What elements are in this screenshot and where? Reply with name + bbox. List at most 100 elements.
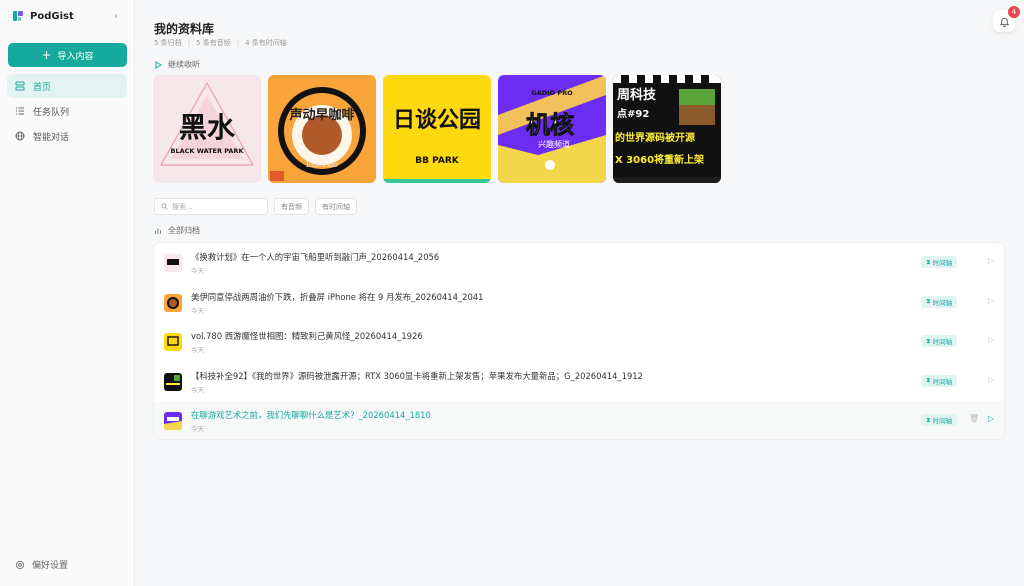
cover-main-text: 声动早咖啡 xyxy=(288,107,354,123)
episode-title: 《换救计划》在一个人的宇宙飞船里听到敲门声_20260414_2056 xyxy=(191,252,440,262)
sidebar-nav: 首页 任务队列 智能对话 xyxy=(7,74,127,149)
preferences-label: 偏好设置 xyxy=(32,561,69,571)
stat-timeline: 4 条有时间轴 xyxy=(245,39,287,47)
search-icon xyxy=(161,203,168,210)
list-item[interactable]: 在聊游戏艺术之前，我们先聊聊什么是艺术？_20260414_1810 今天 ⧗ 时… xyxy=(154,401,1004,439)
trash-icon[interactable]: 🗑 xyxy=(969,414,979,423)
gadio-pro-artwork: GADIO PRO 机核 兴趣频道 xyxy=(498,75,606,183)
bell-icon xyxy=(999,17,1009,27)
sidebar-item-home[interactable]: 首页 xyxy=(7,74,127,98)
sidebar-item-label: 首页 xyxy=(33,82,52,93)
play-icon[interactable]: ▷ xyxy=(988,256,994,265)
list-item[interactable]: vol.780 西游魔怪世相图：精致利己黄风怪_20260414_1926 今天… xyxy=(154,322,1004,362)
cover-main-text: 黑水 xyxy=(179,111,236,144)
timeline-badge: ⧗ 时间轴 xyxy=(921,256,958,268)
library-stats: 5 条归档 | 5 条有音频 | 4 条有时间轴 xyxy=(154,38,287,48)
timeline-icon: ⧗ xyxy=(926,376,931,385)
stat-audio: 5 条有音频 xyxy=(196,39,231,47)
filter-chip-has-timeline[interactable]: 有时间轴 xyxy=(315,198,357,215)
notifications-button[interactable]: 4 xyxy=(993,6,1020,32)
brand[interactable]: PodGist xyxy=(12,10,74,22)
timeline-label: 时间轴 xyxy=(932,377,953,386)
divider: | xyxy=(187,39,191,47)
main-content: 我的资料库 5 条归档 | 5 条有音频 | 4 条有时间轴 4 继续收听 黑水… xyxy=(136,0,1024,586)
archive-list: 《换救计划》在一个人的宇宙飞船里听到敲门声_20260414_2056 今天 ⧗… xyxy=(153,242,1005,440)
episode-title: 【科技补全92】《我的世界》源码被泄露开源；RTX 3060显卡将重新上架发售；… xyxy=(191,370,643,381)
cover-sub-text: Espresso xyxy=(305,161,338,169)
filter-bar: 有音频 有时间轴 xyxy=(154,198,357,215)
timeline-badge: ⧗ 时间轴 xyxy=(921,414,958,427)
cover-sub-text: BB PARK xyxy=(415,156,460,166)
sidebar-item-task-queue[interactable]: 任务队列 xyxy=(7,99,127,123)
episode-thumbnail xyxy=(164,412,182,431)
chat-icon xyxy=(15,131,25,141)
app-name: PodGist xyxy=(30,10,74,22)
cover-gadio-pro[interactable]: GADIO PRO 机核 兴趣频道 xyxy=(498,75,606,183)
search-box[interactable] xyxy=(154,198,268,215)
episode-thumbnail xyxy=(164,333,182,352)
preferences-link[interactable]: 偏好设置 xyxy=(15,558,68,571)
timeline-badge: ⧗ 时间轴 xyxy=(921,374,958,387)
play-icon[interactable]: ▷ xyxy=(988,335,994,344)
section-label: 继续收听 xyxy=(168,60,200,69)
list-icon xyxy=(16,107,24,115)
timeline-icon: ⧗ xyxy=(926,257,931,266)
timeline-icon: ⧗ xyxy=(926,297,931,306)
play-outline-icon xyxy=(155,60,162,69)
episode-thumbnail xyxy=(164,372,182,391)
timeline-label: 时间轴 xyxy=(932,298,953,307)
cover-weekly-tech[interactable]: 周科技 点#92 的世界源码被开源 X 3060将重新上架 xyxy=(613,75,721,183)
cover-top-text: GADIO PRO xyxy=(531,89,573,97)
list-item[interactable]: 美伊同意停战两周油价下跌，折叠屏 iPhone 将在 9 月发布_2026041… xyxy=(154,283,1004,323)
cover-bb-park[interactable]: 日谈公园 BB PARK xyxy=(383,75,491,183)
episode-date: 今天 xyxy=(191,346,204,355)
timeline-label: 时间轴 xyxy=(932,338,953,347)
episode-thumbnail xyxy=(164,293,182,312)
stat-archives: 5 条归档 xyxy=(154,39,182,47)
search-input[interactable] xyxy=(172,202,262,211)
divider: | xyxy=(236,39,240,47)
bar-chart-icon xyxy=(155,228,161,234)
continue-listening-heading: 继续收听 xyxy=(154,59,200,70)
episode-date: 今天 xyxy=(191,425,204,434)
list-item[interactable]: 《换救计划》在一个人的宇宙飞船里听到敲门声_20260414_2056 今天 ⧗… xyxy=(154,243,1004,283)
sidebar-item-label: 任务队列 xyxy=(33,107,70,118)
play-icon[interactable]: ▷ xyxy=(988,296,994,305)
plus-icon: + xyxy=(41,48,52,62)
collapse-sidebar-icon[interactable]: ‹ xyxy=(114,11,118,22)
cover-main-text: 周科技 xyxy=(617,87,657,103)
play-icon[interactable]: ▷ xyxy=(988,414,994,423)
cover-sub-text: BLACK WATER PARK xyxy=(171,147,245,155)
episode-date: 今天 xyxy=(191,385,204,394)
continue-listening-covers: 黑水 BLACK WATER PARK 声动早咖啡 Espresso 日谈公园 xyxy=(153,75,721,183)
sidebar: PodGist ‹ + 导入内容 首页 任务队列 智能对话 偏好设置 xyxy=(0,0,135,586)
cover-sound-coffee[interactable]: 声动早咖啡 Espresso xyxy=(268,75,376,183)
episode-title: 美伊同意停战两周油价下跌，折叠屏 iPhone 将在 9 月发布_2026041… xyxy=(191,291,484,302)
gear-icon xyxy=(15,560,25,569)
episode-date: 今天 xyxy=(191,306,204,315)
cover-sub-text: 点#92 xyxy=(617,107,649,120)
import-label: 导入内容 xyxy=(57,51,94,62)
weekly-tech-artwork: 周科技 点#92 的世界源码被开源 X 3060将重新上架 xyxy=(613,75,721,183)
filter-chip-has-audio[interactable]: 有音频 xyxy=(274,198,309,215)
cover-main-text: 日谈公园 xyxy=(393,108,481,133)
blackwater-park-artwork: 黑水 BLACK WATER PARK xyxy=(153,75,261,183)
timeline-icon: ⧗ xyxy=(926,415,931,424)
home-icon xyxy=(15,81,25,91)
play-icon[interactable]: ▷ xyxy=(988,375,994,384)
cover-line2-text: X 3060将重新上架 xyxy=(615,153,704,166)
episode-title: vol.780 西游魔怪世相图：精致利己黄风怪_20260414_1926 xyxy=(191,331,423,342)
coffee-artwork: 声动早咖啡 Espresso xyxy=(268,75,376,183)
cover-main-text: 机核 xyxy=(526,111,574,139)
cover-line1-text: 的世界源码被开源 xyxy=(615,131,695,144)
episode-thumbnail xyxy=(164,254,182,272)
cover-blackwater-park[interactable]: 黑水 BLACK WATER PARK xyxy=(153,75,261,183)
sidebar-item-smart-chat[interactable]: 智能对话 xyxy=(7,124,127,148)
cover-sub-text: 兴趣频道 xyxy=(538,139,570,149)
import-content-button[interactable]: + 导入内容 xyxy=(8,43,127,67)
list-item[interactable]: 【科技补全92】《我的世界》源码被泄露开源；RTX 3060显卡将重新上架发售；… xyxy=(154,362,1004,402)
notification-badge: 4 xyxy=(1008,6,1020,18)
timeline-badge: ⧗ 时间轴 xyxy=(921,335,958,348)
timeline-label: 时间轴 xyxy=(932,417,953,426)
episode-title: 在聊游戏艺术之前，我们先聊聊什么是艺术？_20260414_1810 xyxy=(191,410,431,421)
